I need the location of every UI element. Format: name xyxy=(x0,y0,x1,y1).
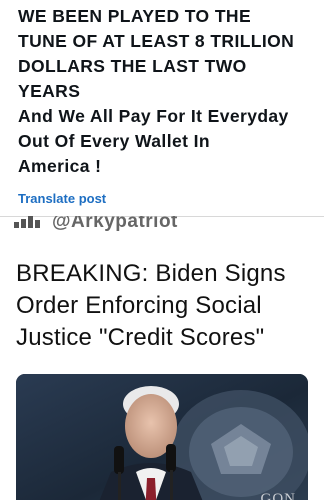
post-text-line: TUNE OF AT LEAST 8 TRILLION xyxy=(18,31,295,51)
embedded-headline: BREAKING: Biden Signs Order Enforcing So… xyxy=(16,258,316,354)
post-text-line: YEARS xyxy=(18,81,81,101)
headline-line: Order Enforcing Social xyxy=(16,292,262,319)
author-logo-icon xyxy=(14,216,42,228)
translate-post-link[interactable]: Translate post xyxy=(18,191,106,206)
photo-caption: GON xyxy=(260,491,296,500)
headline-line: BREAKING: Biden Signs xyxy=(16,260,286,287)
embedded-handle: @Arkypatriot xyxy=(52,216,178,232)
headline-line: Justice "Credit Scores" xyxy=(16,324,265,351)
news-photo[interactable]: GON xyxy=(16,374,308,500)
post-text-line: Out Of Every Wallet In xyxy=(18,131,210,151)
embedded-author-row: @Arkypatriot xyxy=(14,216,178,234)
news-photo-icon xyxy=(16,374,308,500)
post-text-line: DOLLARS THE LAST TWO xyxy=(18,56,247,76)
post-text-line: And We All Pay For It Everyday xyxy=(18,106,289,126)
embedded-image[interactable]: @Arkypatriot BREAKING: Biden Signs Order… xyxy=(0,216,324,500)
post-text: WE BEEN PLAYED TO THE TUNE OF AT LEAST 8… xyxy=(18,4,318,179)
post-text-line: America ! xyxy=(18,156,102,176)
post-text-line: WE BEEN PLAYED TO THE xyxy=(18,6,252,26)
